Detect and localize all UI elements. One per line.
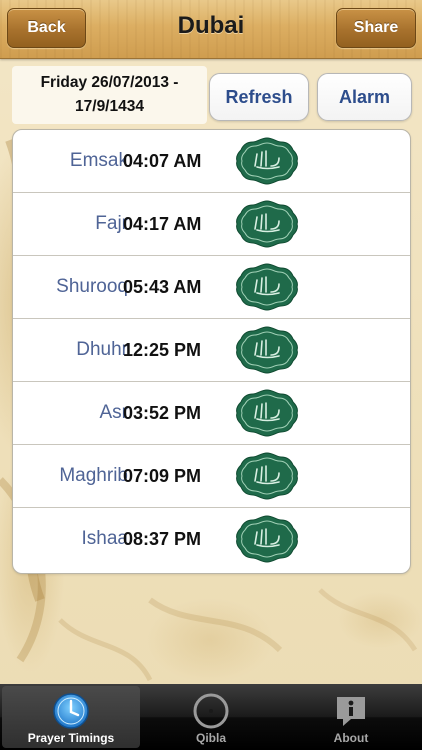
gregorian-date: Friday 26/07/2013 -	[40, 74, 179, 91]
prayer-row-maghrib[interactable]: Maghrib 07:09 PM	[13, 445, 410, 508]
share-button[interactable]: Share	[336, 8, 416, 48]
prayer-row-dhuhr[interactable]: Dhuhr 12:25 PM	[13, 319, 410, 382]
prayer-row-asr[interactable]: Asr 03:52 PM	[13, 382, 410, 445]
info-icon	[337, 697, 365, 726]
back-button[interactable]: Back	[7, 8, 86, 48]
tab-qibla[interactable]: Qibla	[142, 686, 280, 748]
prayer-name: Maghrib	[59, 465, 128, 486]
page-title: Dubai	[177, 12, 245, 39]
allah-emblem-icon	[235, 136, 299, 186]
prayer-time: 05:43 AM	[123, 277, 202, 297]
prayer-time: 04:17 AM	[123, 214, 202, 234]
prayer-row-fajr[interactable]: Fajr 04:17 AM	[13, 193, 410, 256]
allah-emblem-icon	[235, 199, 299, 249]
prayer-time: 12:25 PM	[123, 340, 202, 360]
prayer-row-emsak[interactable]: Emsak 04:07 AM	[13, 130, 410, 193]
refresh-button[interactable]: Refresh	[209, 73, 309, 121]
tab-label: About	[333, 731, 369, 745]
prayer-time: 07:09 PM	[123, 466, 202, 486]
hijri-date: 17/9/1434	[75, 98, 144, 115]
prayer-name: Dhuhr	[76, 339, 128, 360]
prayer-time: 04:07 AM	[123, 151, 202, 171]
allah-emblem-icon	[235, 325, 299, 375]
clock-icon	[53, 693, 89, 729]
allah-emblem-icon	[235, 451, 299, 501]
tab-label: Qibla	[195, 731, 226, 745]
prayer-row-ishaa[interactable]: Ishaa 08:37 PM	[13, 508, 410, 570]
prayer-row-shurooq[interactable]: Shurooq 05:43 AM	[13, 256, 410, 319]
prayer-time: 08:37 PM	[123, 529, 202, 549]
tab-about[interactable]: About	[282, 686, 420, 748]
prayer-times-table: Emsak 04:07 AM Fajr 04:17 AM Shurooq 05:…	[12, 129, 411, 574]
date-display: Friday 26/07/2013 - 17/9/1434	[12, 66, 207, 124]
tab-label: Prayer Timings	[27, 731, 115, 745]
prayer-name: Emsak	[69, 150, 128, 171]
tab-bar: Prayer Timings Qibla About	[0, 684, 422, 750]
alarm-button[interactable]: Alarm	[317, 73, 412, 121]
allah-emblem-icon	[235, 262, 299, 312]
navigation-bar: Back Dubai Share	[0, 0, 422, 59]
prayer-name: Shurooq	[56, 276, 128, 297]
tab-prayer-timings[interactable]: Prayer Timings	[2, 686, 140, 748]
compass-icon	[193, 693, 229, 729]
allah-emblem-icon	[235, 514, 299, 564]
prayer-time: 03:52 PM	[123, 403, 202, 423]
prayer-name: Ishaa	[81, 528, 128, 549]
allah-emblem-icon	[235, 388, 299, 438]
